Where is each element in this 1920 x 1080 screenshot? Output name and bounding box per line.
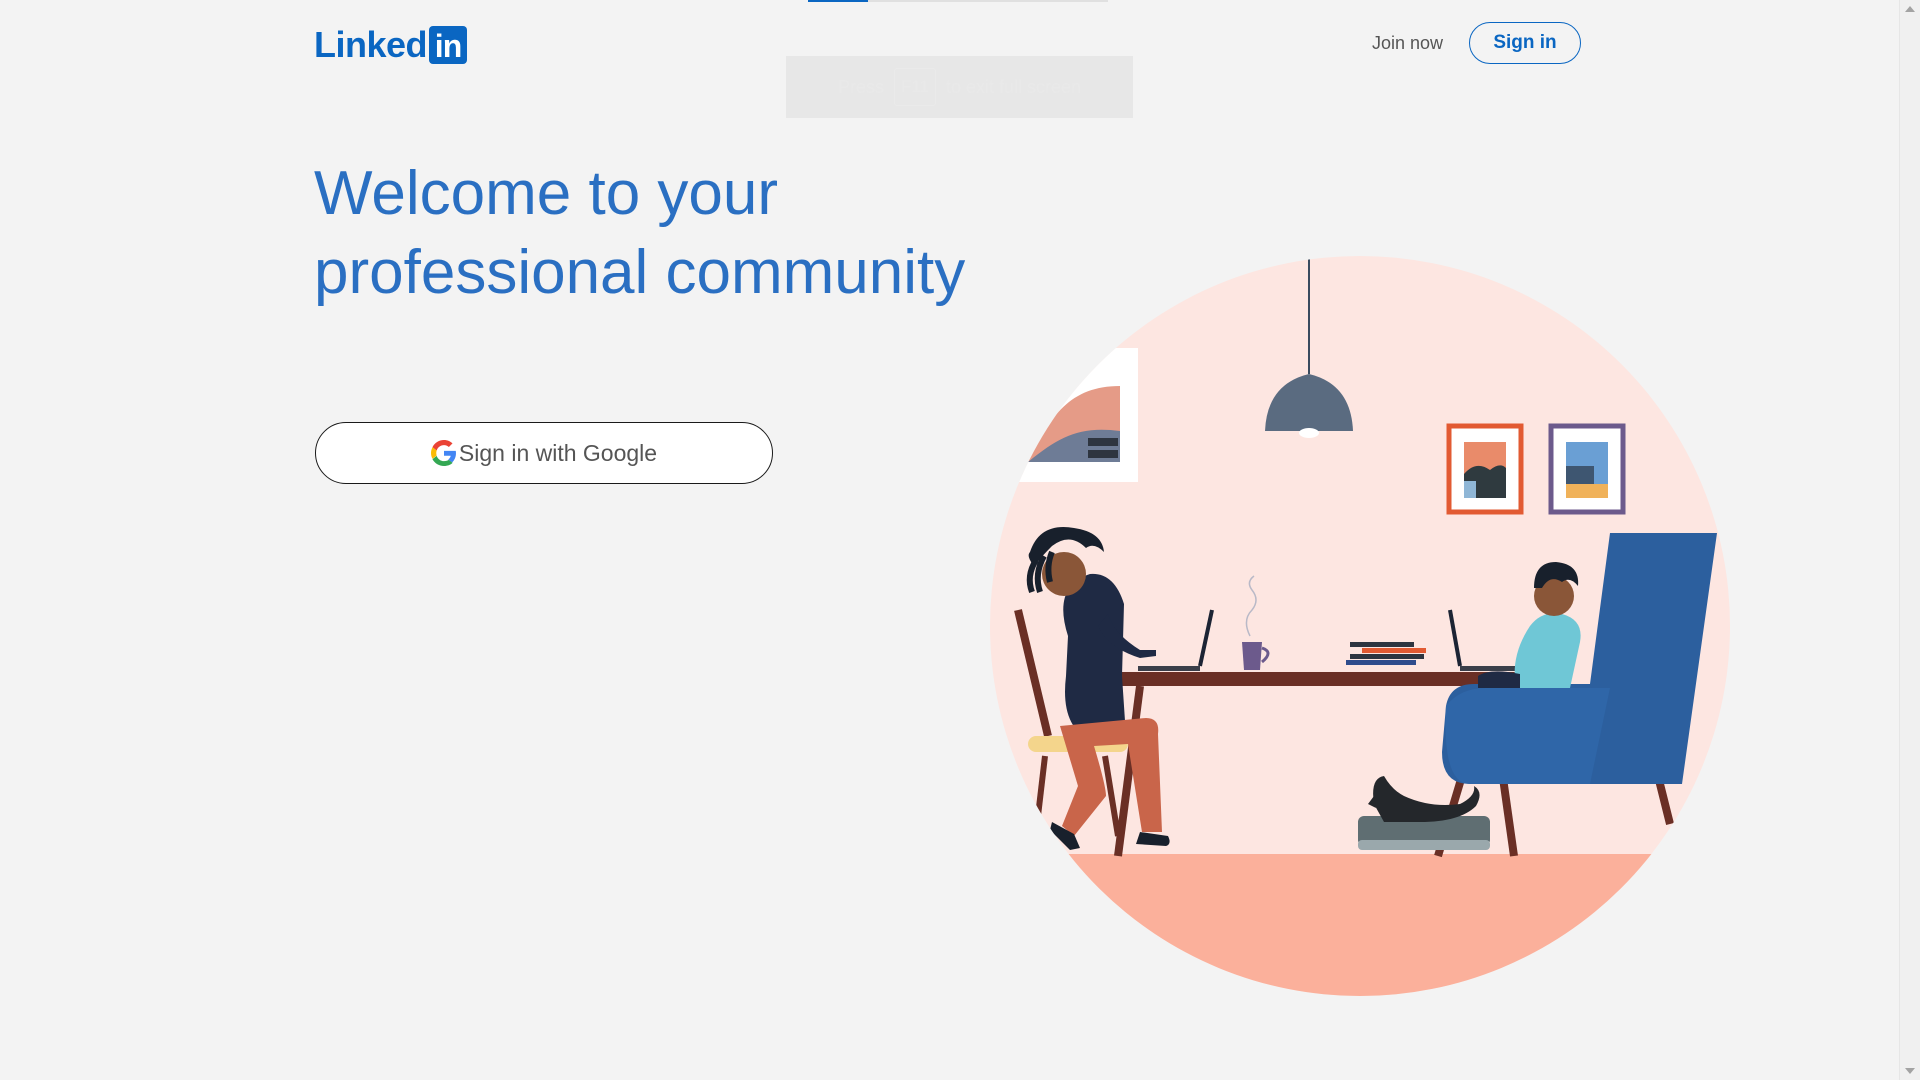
headline-line-2: professional community [314, 238, 966, 307]
scroll-down-arrow-icon[interactable] [1905, 1068, 1915, 1074]
scroll-up-arrow-icon[interactable] [1905, 6, 1915, 12]
toast-suffix: to exit full screen [946, 76, 1082, 97]
loading-progress [808, 0, 868, 2]
headline-line-1: Welcome to your [314, 159, 779, 228]
hero-illustration [990, 256, 1730, 996]
linkedin-logo[interactable]: Linked in [314, 24, 468, 65]
logo-wordmark: Linked [314, 24, 428, 65]
logo-in-box: in [429, 26, 468, 64]
vertical-scrollbar[interactable] [1899, 0, 1920, 1080]
picture-frame-orange [1446, 423, 1524, 515]
page-viewport: Linked in Press F11 to exit full screen … [0, 0, 1900, 1080]
sign-in-with-google-button[interactable]: Sign in with Google [315, 422, 773, 484]
toast-prefix: Press [837, 76, 884, 97]
page-headline: Welcome to your professional community [314, 154, 1074, 312]
join-now-link[interactable]: Join now [1360, 22, 1455, 64]
fullscreen-exit-toast: Press F11 to exit full screen [786, 56, 1133, 118]
picture-frame-purple [1548, 423, 1626, 515]
wall-art-left [1010, 348, 1138, 482]
sign-in-button[interactable]: Sign in [1469, 22, 1581, 64]
google-g-icon [430, 440, 456, 466]
toast-key: F11 [893, 68, 936, 106]
google-button-label: Sign in with Google [458, 439, 658, 466]
